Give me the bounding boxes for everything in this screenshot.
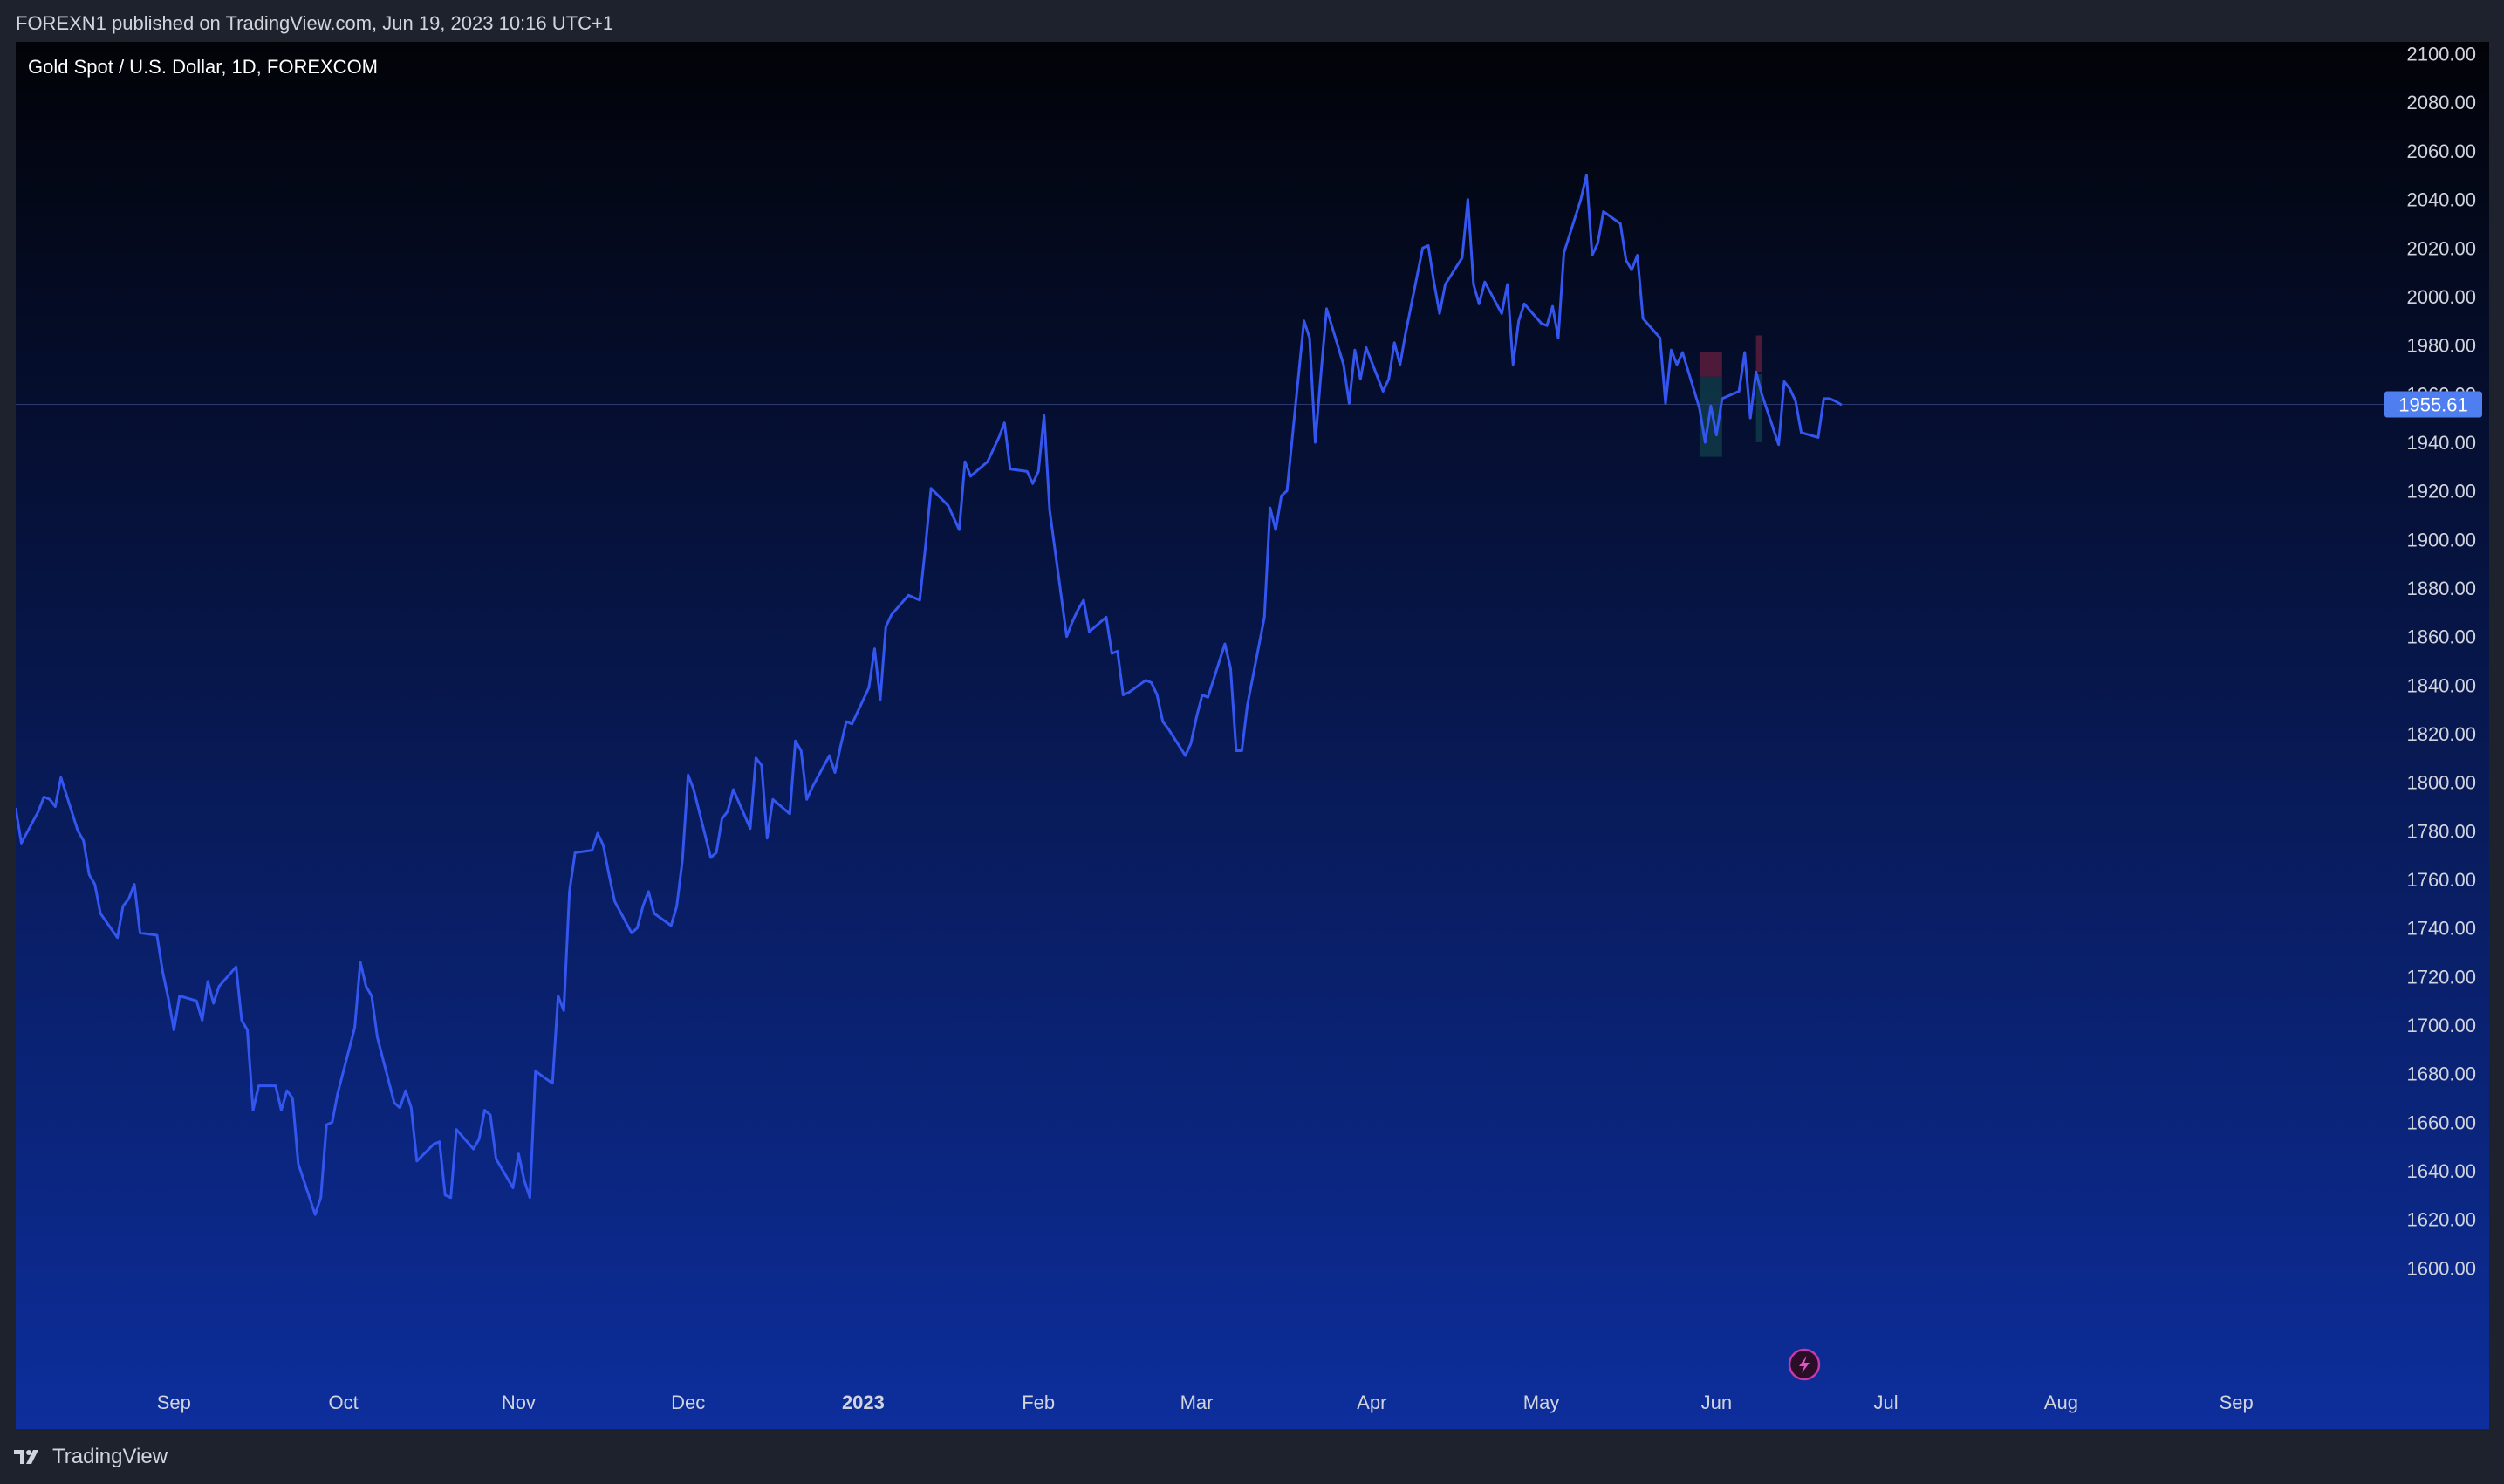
last-price-label: 1955.61: [2398, 394, 2468, 416]
y-tick-label: 1600.00: [2406, 1257, 2476, 1279]
y-tick-label: 1900.00: [2406, 529, 2476, 551]
top-bar: FOREXN1 published on TradingView.com, Ju…: [0, 0, 2504, 42]
y-tick-label: 2020.00: [2406, 237, 2476, 259]
y-tick-label: 2060.00: [2406, 140, 2476, 162]
x-tick-label: Jun: [1701, 1392, 1732, 1413]
symbol-title: Gold Spot / U.S. Dollar, 1D, FOREXCOM: [28, 56, 379, 78]
y-tick-label: 1640.00: [2406, 1160, 2476, 1182]
y-tick-label: 2100.00: [2406, 44, 2476, 65]
tradingview-brand: TradingView: [52, 1445, 168, 1468]
y-tick-label: 2040.00: [2406, 189, 2476, 211]
x-tick-label: 2023: [842, 1392, 885, 1413]
x-tick-label: Jul: [1874, 1392, 1899, 1413]
y-tick-label: 1740.00: [2406, 918, 2476, 940]
y-tick-label: 1940.00: [2406, 432, 2476, 454]
y-tick-label: 1720.00: [2406, 966, 2476, 988]
y-tick-label: 1800.00: [2406, 772, 2476, 794]
y-tick-label: 2080.00: [2406, 92, 2476, 113]
y-tick-label: 1860.00: [2406, 626, 2476, 648]
price-chart[interactable]: 2100.00 2080.00 2060.00 2040.00 2020.00 2000.…: [16, 42, 2489, 1429]
x-tick-label: Dec: [671, 1392, 705, 1413]
x-tick-label: Apr: [1357, 1392, 1386, 1413]
x-tick-label: Oct: [329, 1392, 359, 1413]
chart-background: [16, 42, 2489, 1429]
y-tick-label: 1920.00: [2406, 481, 2476, 503]
publish-info: FOREXN1 published on TradingView.com, Ju…: [16, 12, 614, 34]
bottom-bar: TradingView: [0, 1429, 2504, 1484]
y-tick-label: 1680.00: [2406, 1063, 2476, 1085]
y-tick-label: 1780.00: [2406, 820, 2476, 842]
chart-area[interactable]: 2100.00 2080.00 2060.00 2040.00 2020.00 2000.…: [16, 42, 2489, 1429]
y-tick-label: 1620.00: [2406, 1209, 2476, 1231]
y-tick-label: 1840.00: [2406, 674, 2476, 696]
lightning-bolt-icon[interactable]: [1788, 1348, 1821, 1381]
y-tick-label: 1980.00: [2406, 335, 2476, 357]
y-tick-label: 1820.00: [2406, 723, 2476, 745]
x-tick-label: Sep: [2220, 1392, 2254, 1413]
tradingview-logo-icon: [14, 1450, 38, 1464]
x-tick-label: Nov: [502, 1392, 536, 1413]
y-tick-label: 1880.00: [2406, 578, 2476, 599]
tradingview-logo[interactable]: TradingView: [14, 1445, 168, 1469]
x-tick-label: Sep: [157, 1392, 191, 1413]
x-tick-label: Feb: [1022, 1392, 1055, 1413]
x-tick-label: Mar: [1180, 1392, 1214, 1413]
y-tick-label: 2000.00: [2406, 286, 2476, 308]
position-box-loss[interactable]: [1755, 335, 1762, 373]
y-tick-label: 1760.00: [2406, 869, 2476, 891]
x-tick-label: Aug: [2044, 1392, 2078, 1413]
position-box-loss[interactable]: [1699, 352, 1722, 377]
y-tick-label: 1700.00: [2406, 1015, 2476, 1036]
y-tick-label: 1660.00: [2406, 1111, 2476, 1133]
x-tick-label: May: [1523, 1392, 1560, 1413]
